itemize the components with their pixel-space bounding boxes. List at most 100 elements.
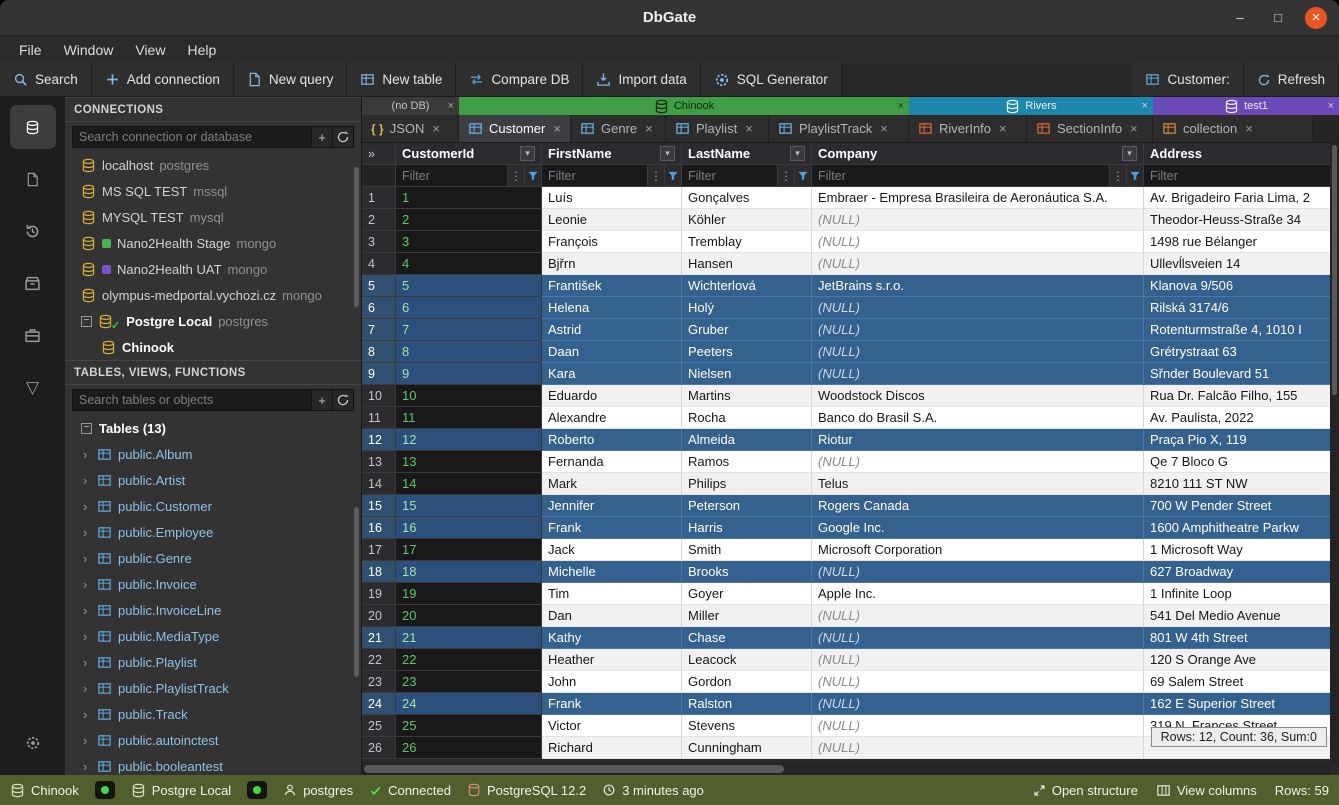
grid-cell[interactable]: 162 E Superior Street (1144, 693, 1339, 715)
grid-cell[interactable]: Cunningham (682, 737, 812, 759)
menu-help[interactable]: Help (176, 39, 227, 61)
horizontal-scrollbar[interactable] (362, 763, 1330, 775)
grid-cell[interactable]: Wichterlová (682, 275, 812, 297)
grid-cell[interactable]: 1498 rue Bélanger (1144, 231, 1339, 253)
connection-item[interactable]: Chinook (65, 334, 361, 360)
row-number[interactable]: 1 (362, 187, 396, 209)
grid-cell[interactable]: Kara (542, 363, 682, 385)
kebab-icon[interactable]: ⋮ (647, 165, 664, 186)
connection-item[interactable]: MYSQL TESTmysql (65, 204, 361, 230)
grid-cell[interactable]: Almeida (682, 429, 812, 451)
grid-cell[interactable]: 20 (396, 605, 542, 627)
grid-cell[interactable]: Ralston (682, 693, 812, 715)
table-item[interactable]: ›public.autoinctest (65, 727, 361, 753)
grid-cell[interactable]: Embraer - Empresa Brasileira de Aeronáut… (812, 187, 1144, 209)
grid-cell[interactable]: John (542, 671, 682, 693)
grid-cell[interactable]: Klanova 9/506 (1144, 275, 1339, 297)
grid-cell[interactable]: 1600 Amphitheatre Parkw (1144, 517, 1339, 539)
filter-input[interactable] (682, 165, 777, 186)
row-number[interactable]: 23 (362, 671, 396, 693)
grid-cell[interactable]: Bjřrn (542, 253, 682, 275)
grid-cell[interactable]: Alexandre (542, 407, 682, 429)
grid-cell[interactable]: Grétrystraat 63 (1144, 341, 1339, 363)
grid-cell[interactable]: Luís (542, 187, 682, 209)
table-item[interactable]: ›public.Album (65, 441, 361, 467)
grid-cell[interactable]: Rua Dr. Falcão Filho, 155 (1144, 385, 1339, 407)
grid-cell[interactable]: 627 Broadway (1144, 561, 1339, 583)
grid-cell[interactable]: (NULL) (812, 561, 1144, 583)
grid-cell[interactable]: (NULL) (812, 649, 1144, 671)
refresh-tables-button[interactable] (333, 389, 354, 411)
close-icon[interactable]: × (1328, 100, 1334, 112)
status-open-structure[interactable]: Open structure (1033, 783, 1138, 798)
grid-cell[interactable]: Frank (542, 693, 682, 715)
connection-item[interactable]: olympus-medportal.vychozi.czmongo (65, 282, 361, 308)
grid-cell[interactable]: 7 (396, 319, 542, 341)
grid-cell[interactable]: Microsoft Corporation (812, 539, 1144, 561)
close-button[interactable]: × (1305, 7, 1327, 29)
grid-cell[interactable]: 1 Infinite Loop (1144, 583, 1339, 605)
column-header-customerid[interactable]: CustomerId▾ (396, 143, 542, 165)
activity-briefcase[interactable] (10, 313, 56, 357)
grid-cell[interactable]: Banco do Brasil S.A. (812, 407, 1144, 429)
grid-cell[interactable]: Tremblay (682, 231, 812, 253)
grid-cell[interactable]: 21 (396, 627, 542, 649)
grid-cell[interactable]: Telus (812, 473, 1144, 495)
grid-cell[interactable]: Jennifer (542, 495, 682, 517)
grid-cell[interactable]: Brooks (682, 561, 812, 583)
grid-cell[interactable]: 5 (396, 275, 542, 297)
connections-search-input[interactable] (72, 126, 312, 148)
row-number[interactable]: 10 (362, 385, 396, 407)
row-number[interactable]: 21 (362, 627, 396, 649)
status-view-columns[interactable]: View columns (1156, 783, 1257, 798)
tables-group-row[interactable]: − Tables (13) (65, 415, 361, 441)
row-number[interactable]: 9 (362, 363, 396, 385)
row-number[interactable]: 12 (362, 429, 396, 451)
grid-cell[interactable]: François (542, 231, 682, 253)
grid-cell[interactable]: (NULL) (812, 341, 1144, 363)
close-icon[interactable]: × (432, 121, 440, 136)
table-item[interactable]: ›public.MediaType (65, 623, 361, 649)
grid-cell[interactable]: 16 (396, 517, 542, 539)
grid-cell[interactable]: Dan (542, 605, 682, 627)
grid-cell[interactable]: 25 (396, 715, 542, 737)
chevron-down-icon[interactable]: ▾ (520, 146, 535, 161)
grid-cell[interactable]: (NULL) (812, 715, 1144, 737)
close-icon[interactable]: × (880, 121, 888, 136)
grid-cell[interactable]: 15 (396, 495, 542, 517)
grid-cell[interactable]: Philips (682, 473, 812, 495)
row-number[interactable]: 19 (362, 583, 396, 605)
row-number[interactable]: 11 (362, 407, 396, 429)
filter-funnel-icon[interactable] (794, 165, 811, 186)
grid-cell[interactable]: 24 (396, 693, 542, 715)
collapse-icon[interactable]: − (81, 316, 92, 327)
grid-cell[interactable]: Gruber (682, 319, 812, 341)
activity-archive[interactable] (10, 261, 56, 305)
grid-cell[interactable]: Theodor-Heuss-Straße 34 (1144, 209, 1339, 231)
menu-view[interactable]: View (124, 39, 176, 61)
close-icon[interactable]: × (898, 100, 904, 112)
tab-json[interactable]: { }JSON× (362, 115, 459, 142)
grid-cell[interactable]: Roberto (542, 429, 682, 451)
kebab-icon[interactable]: ⋮ (777, 165, 794, 186)
chevron-right-icon[interactable]: › (83, 525, 91, 540)
grid-corner-button[interactable]: » (362, 143, 396, 165)
grid-cell[interactable]: 26 (396, 737, 542, 759)
grid-cell[interactable]: 1 Microsoft Way (1144, 539, 1339, 561)
grid-cell[interactable]: 10 (396, 385, 542, 407)
grid-cell[interactable]: Michelle (542, 561, 682, 583)
grid-cell[interactable]: Frank (542, 517, 682, 539)
kebab-icon[interactable]: ⋮ (1109, 165, 1126, 186)
grid-cell[interactable]: Mark (542, 473, 682, 495)
grid-cell[interactable]: 2 (396, 209, 542, 231)
grid-cell[interactable]: Praça Pio X, 119 (1144, 429, 1339, 451)
status-3-minutes-ago[interactable]: 3 minutes ago (602, 783, 704, 798)
row-number[interactable]: 8 (362, 341, 396, 363)
table-item[interactable]: ›public.Employee (65, 519, 361, 545)
db-group-chinook[interactable]: Chinook× (459, 97, 909, 115)
connection-item[interactable]: localhostpostgres (65, 152, 361, 178)
grid-cell[interactable]: 18 (396, 561, 542, 583)
grid-cell[interactable]: Heather (542, 649, 682, 671)
grid-cell[interactable]: František (542, 275, 682, 297)
row-number[interactable]: 7 (362, 319, 396, 341)
